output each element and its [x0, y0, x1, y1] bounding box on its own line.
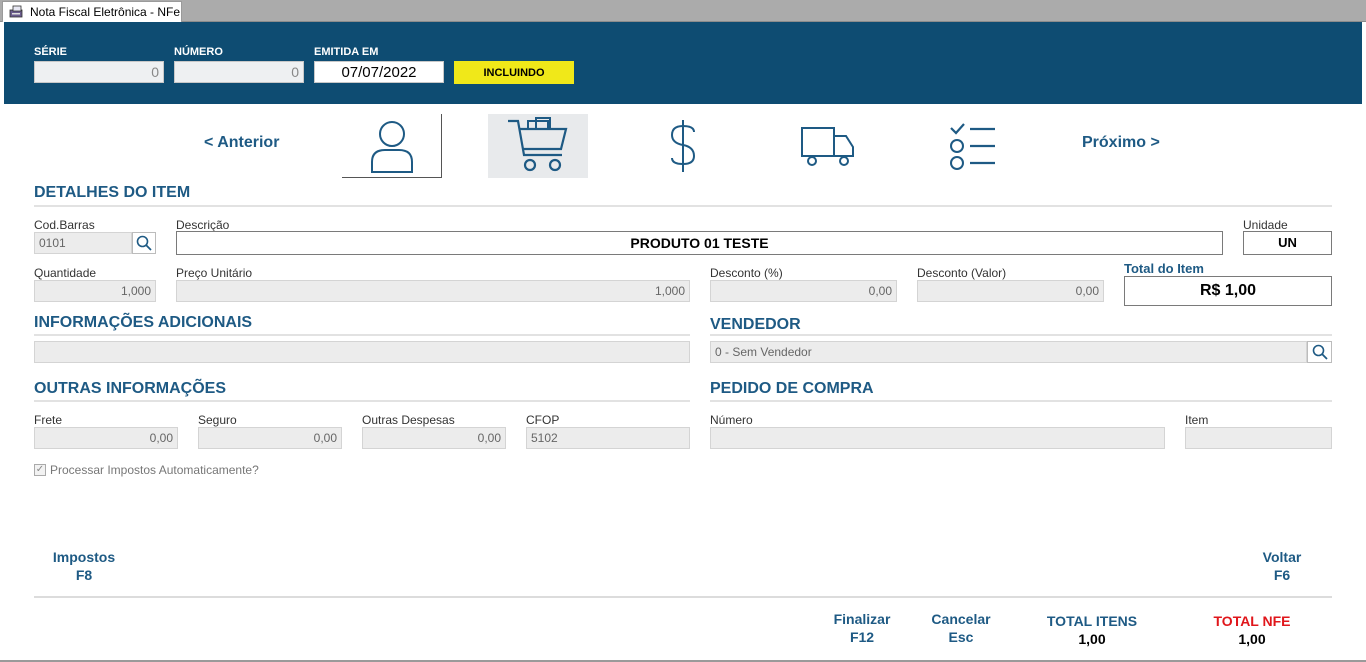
- preco-input[interactable]: 1,000: [176, 280, 690, 302]
- vendedor-search-button[interactable]: [1307, 341, 1332, 363]
- person-icon: [370, 120, 413, 173]
- voltar-key: F6: [1273, 567, 1291, 583]
- serie-field[interactable]: 0: [34, 61, 164, 83]
- section-divider: [710, 400, 1332, 402]
- seguro-input[interactable]: 0,00: [198, 427, 342, 449]
- section-divider: [34, 334, 690, 336]
- section-pedido-compra: PEDIDO DE COMPRA: [710, 380, 874, 397]
- section-divider: [34, 400, 690, 402]
- pedido-numero-label: Número: [710, 413, 753, 427]
- checkbox-label: Processar Impostos Automaticamente?: [50, 463, 259, 477]
- total-item-value: R$ 1,00: [1124, 276, 1332, 306]
- outras-despesas-label: Outras Despesas: [362, 413, 455, 427]
- cancelar-label: Cancelar: [931, 611, 991, 627]
- unidade-input[interactable]: UN: [1243, 231, 1332, 255]
- app-icon: [9, 5, 25, 19]
- section-info-adicionais: INFORMAÇÕES ADICIONAIS: [34, 314, 253, 331]
- info-adicionais-input[interactable]: [34, 341, 690, 363]
- checkbox-box[interactable]: ✓: [34, 464, 46, 476]
- pedido-item-input[interactable]: [1185, 427, 1332, 449]
- total-nfe-label: TOTAL NFE: [1213, 613, 1291, 629]
- descricao-input[interactable]: PRODUTO 01 TESTE: [176, 231, 1223, 255]
- finalizar-key: F12: [849, 629, 875, 645]
- footer-divider: [34, 596, 1332, 598]
- section-vendedor: VENDEDOR: [710, 316, 801, 333]
- quantidade-label: Quantidade: [34, 266, 97, 280]
- cfop-label: CFOP: [526, 413, 560, 427]
- emitida-field[interactable]: 07/07/2022: [314, 61, 444, 83]
- total-itens-value: 1,00: [1078, 631, 1106, 647]
- cfop-input[interactable]: 5102: [526, 427, 690, 449]
- dollar-icon: [670, 120, 696, 172]
- desconto-valor-input[interactable]: 0,00: [917, 280, 1104, 302]
- total-itens: TOTAL ITENS 1,00: [1032, 612, 1152, 648]
- frete-label: Frete: [34, 413, 63, 427]
- tab-strip: Nota Fiscal Eletrônica - NFe: [0, 0, 1366, 22]
- truck-icon: [801, 127, 854, 166]
- search-icon: [136, 235, 152, 251]
- impostos-button[interactable]: Impostos F8: [44, 548, 124, 584]
- section-divider: [34, 205, 1332, 207]
- emitida-label: EMITIDA EM: [314, 46, 379, 58]
- tab-transporte[interactable]: [778, 114, 878, 178]
- total-item-label: Total do Item: [1124, 261, 1204, 276]
- tab-cliente[interactable]: [342, 114, 442, 178]
- tab-finalizacao[interactable]: [923, 114, 1023, 178]
- codbarras-label: Cod.Barras: [34, 218, 95, 232]
- desconto-pct-input[interactable]: 0,00: [710, 280, 897, 302]
- impostos-label: Impostos: [52, 549, 116, 565]
- vendedor-input[interactable]: 0 - Sem Vendedor: [710, 341, 1307, 363]
- impostos-key: F8: [75, 567, 93, 583]
- search-icon: [1312, 344, 1328, 360]
- section-detalhes-item: DETALHES DO ITEM: [34, 184, 191, 201]
- serie-label: SÉRIE: [34, 46, 68, 58]
- numero-label: NÚMERO: [174, 46, 223, 58]
- processar-impostos-checkbox[interactable]: ✓ Processar Impostos Automaticamente?: [34, 463, 259, 477]
- desconto-pct-label: Desconto (%): [710, 266, 783, 280]
- status-badge: INCLUINDO: [454, 61, 574, 84]
- frete-input[interactable]: 0,00: [34, 427, 178, 449]
- header-band: SÉRIE 0 NÚMERO 0 EMITIDA EM 07/07/2022 I…: [4, 22, 1362, 104]
- codbarras-input[interactable]: 0101: [34, 232, 132, 254]
- preco-label: Preço Unitário: [176, 266, 253, 280]
- numero-field[interactable]: 0: [174, 61, 304, 83]
- cancelar-key: Esc: [948, 629, 974, 645]
- finalizar-button[interactable]: Finalizar F12: [822, 610, 902, 646]
- codbarras-search-button[interactable]: [132, 232, 156, 254]
- outras-despesas-input[interactable]: 0,00: [362, 427, 506, 449]
- total-nfe: TOTAL NFE 1,00: [1192, 612, 1312, 648]
- nfe-window: Nota Fiscal Eletrônica - NFe SÉRIE 0 NÚM…: [0, 0, 1366, 662]
- tab-itens[interactable]: [488, 114, 588, 178]
- voltar-button[interactable]: Voltar F6: [1242, 548, 1322, 584]
- shopping-cart-icon: [508, 117, 568, 172]
- tab-title: Nota Fiscal Eletrônica - NFe: [30, 5, 181, 19]
- finalizar-label: Finalizar: [833, 611, 891, 627]
- pedido-numero-input[interactable]: [710, 427, 1165, 449]
- checklist-icon: [950, 123, 995, 170]
- prev-button[interactable]: < Anterior: [204, 134, 279, 152]
- next-button[interactable]: Próximo >: [1082, 134, 1160, 152]
- unidade-label: Unidade: [1243, 218, 1288, 232]
- tab-nfe[interactable]: Nota Fiscal Eletrônica - NFe: [2, 1, 182, 22]
- voltar-label: Voltar: [1262, 549, 1302, 565]
- total-nfe-value: 1,00: [1238, 631, 1266, 647]
- tab-pagamento[interactable]: [633, 114, 733, 178]
- section-divider: [710, 334, 1332, 336]
- desconto-valor-label: Desconto (Valor): [917, 266, 1007, 280]
- pedido-item-label: Item: [1185, 413, 1209, 427]
- quantidade-input[interactable]: 1,000: [34, 280, 156, 302]
- cancelar-button[interactable]: Cancelar Esc: [921, 610, 1001, 646]
- descricao-label: Descrição: [176, 218, 230, 232]
- seguro-label: Seguro: [198, 413, 237, 427]
- section-outras-informacoes: OUTRAS INFORMAÇÕES: [34, 380, 226, 397]
- total-itens-label: TOTAL ITENS: [1046, 613, 1138, 629]
